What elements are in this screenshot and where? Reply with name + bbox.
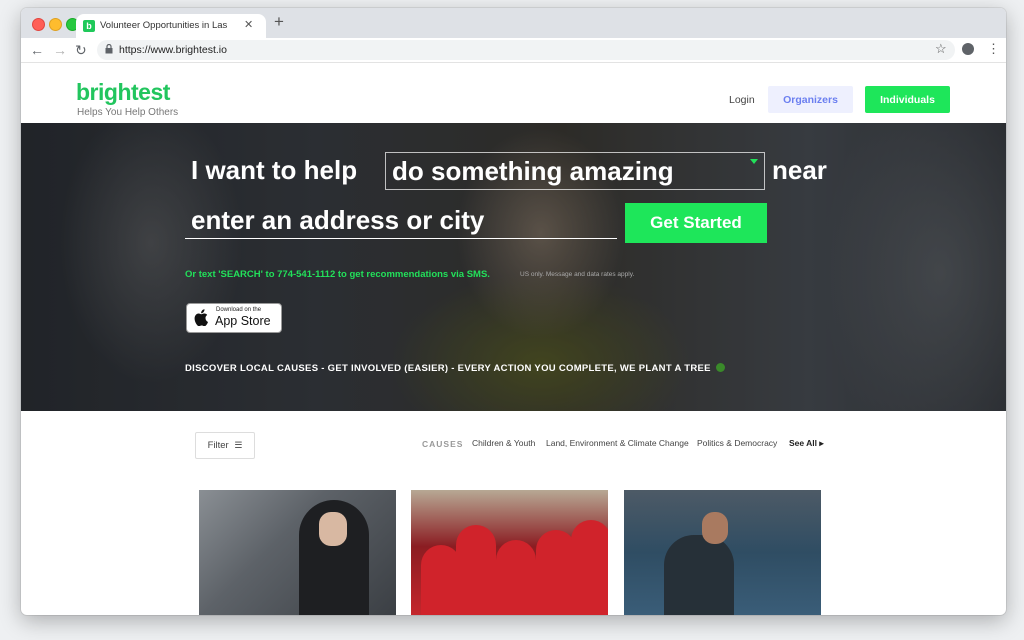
sliders-icon: ☰ (234, 440, 243, 450)
sms-disclaimer: US only. Message and data rates apply. (520, 271, 635, 278)
back-icon[interactable]: ← (30, 41, 44, 59)
browser-toolbar: ← → ↻ https://www.brightest.io ☆ ⋮ (21, 38, 1006, 63)
close-window-button[interactable] (32, 18, 45, 31)
new-tab-icon[interactable]: + (274, 13, 284, 31)
filter-label: Filter (207, 440, 229, 451)
cause-select[interactable]: do something amazing (385, 152, 765, 190)
brightest-logo[interactable]: brightest (76, 79, 170, 106)
causes-label: CAUSES (422, 439, 464, 449)
card-photo-person (536, 530, 576, 615)
star-icon[interactable]: ☆ (935, 41, 947, 57)
cause-select-value: do something amazing (392, 156, 674, 186)
discover-strip: DISCOVER LOCAL CAUSES - GET INVOLVED (EA… (185, 363, 725, 374)
chevron-down-icon (750, 159, 758, 164)
individuals-button[interactable]: Individuals (865, 86, 950, 113)
organizers-button[interactable]: Organizers (768, 86, 853, 113)
see-all-link[interactable]: See All ▸ (789, 438, 824, 449)
opportunity-card-image[interactable] (199, 490, 396, 615)
card-photo-person (456, 525, 496, 615)
hero-prefix: I want to help (191, 155, 358, 185)
app-store-badge[interactable]: Download on the App Store (186, 303, 282, 333)
sms-text: Or text 'SEARCH' to 774-541-1112 to get … (185, 269, 490, 280)
get-started-button[interactable]: Get Started (625, 203, 767, 243)
browser-window: b Volunteer Opportunities in Las ✕ + ← →… (21, 8, 1006, 615)
cause-land-environment[interactable]: Land, Environment & Climate Change (546, 438, 689, 448)
opportunity-card-image[interactable] (411, 490, 608, 615)
site-header: brightest Helps You Help Others Login Or… (21, 63, 1006, 123)
card-photo-person (496, 540, 536, 615)
lock-icon (105, 44, 113, 54)
url-text: https://www.brightest.io (119, 44, 227, 56)
app-store-big-text: App Store (215, 314, 271, 328)
cause-politics-democracy[interactable]: Politics & Democracy (697, 438, 777, 448)
card-photo-person (664, 535, 734, 615)
card-photo-person (421, 545, 461, 615)
filter-button[interactable]: Filter ☰ (195, 432, 255, 459)
opportunity-card-image[interactable] (624, 490, 821, 615)
reload-icon[interactable]: ↻ (75, 41, 87, 59)
card-photo-face (319, 512, 347, 546)
tagline: Helps You Help Others (77, 107, 179, 118)
login-link[interactable]: Login (729, 94, 755, 106)
hero-section: I want to help do something amazing near… (21, 123, 1006, 411)
minimize-window-button[interactable] (49, 18, 62, 31)
see-all-label: See All (789, 438, 818, 448)
menu-icon[interactable]: ⋮ (987, 41, 1000, 57)
address-input[interactable]: enter an address or city (185, 203, 617, 239)
profile-icon[interactable] (962, 43, 974, 55)
tab-title: Volunteer Opportunities in Las (100, 20, 228, 31)
forward-icon[interactable]: → (53, 41, 67, 59)
app-store-small-text: Download on the (216, 307, 262, 313)
tab-bar: b Volunteer Opportunities in Las ✕ + (21, 8, 1006, 38)
hero-near: near (772, 155, 827, 185)
favicon-icon: b (83, 20, 95, 32)
tree-icon (715, 363, 725, 372)
apple-icon (194, 309, 208, 326)
browser-tab[interactable]: b Volunteer Opportunities in Las ✕ (76, 14, 266, 38)
cause-children-youth[interactable]: Children & Youth (472, 438, 535, 448)
address-bar[interactable]: https://www.brightest.io ☆ (97, 40, 955, 60)
card-photo-person (571, 520, 608, 615)
discover-text: DISCOVER LOCAL CAUSES - GET INVOLVED (EA… (185, 363, 711, 374)
caret-right-icon: ▸ (819, 438, 824, 448)
close-tab-icon[interactable]: ✕ (244, 18, 253, 31)
card-photo-face (702, 512, 728, 544)
